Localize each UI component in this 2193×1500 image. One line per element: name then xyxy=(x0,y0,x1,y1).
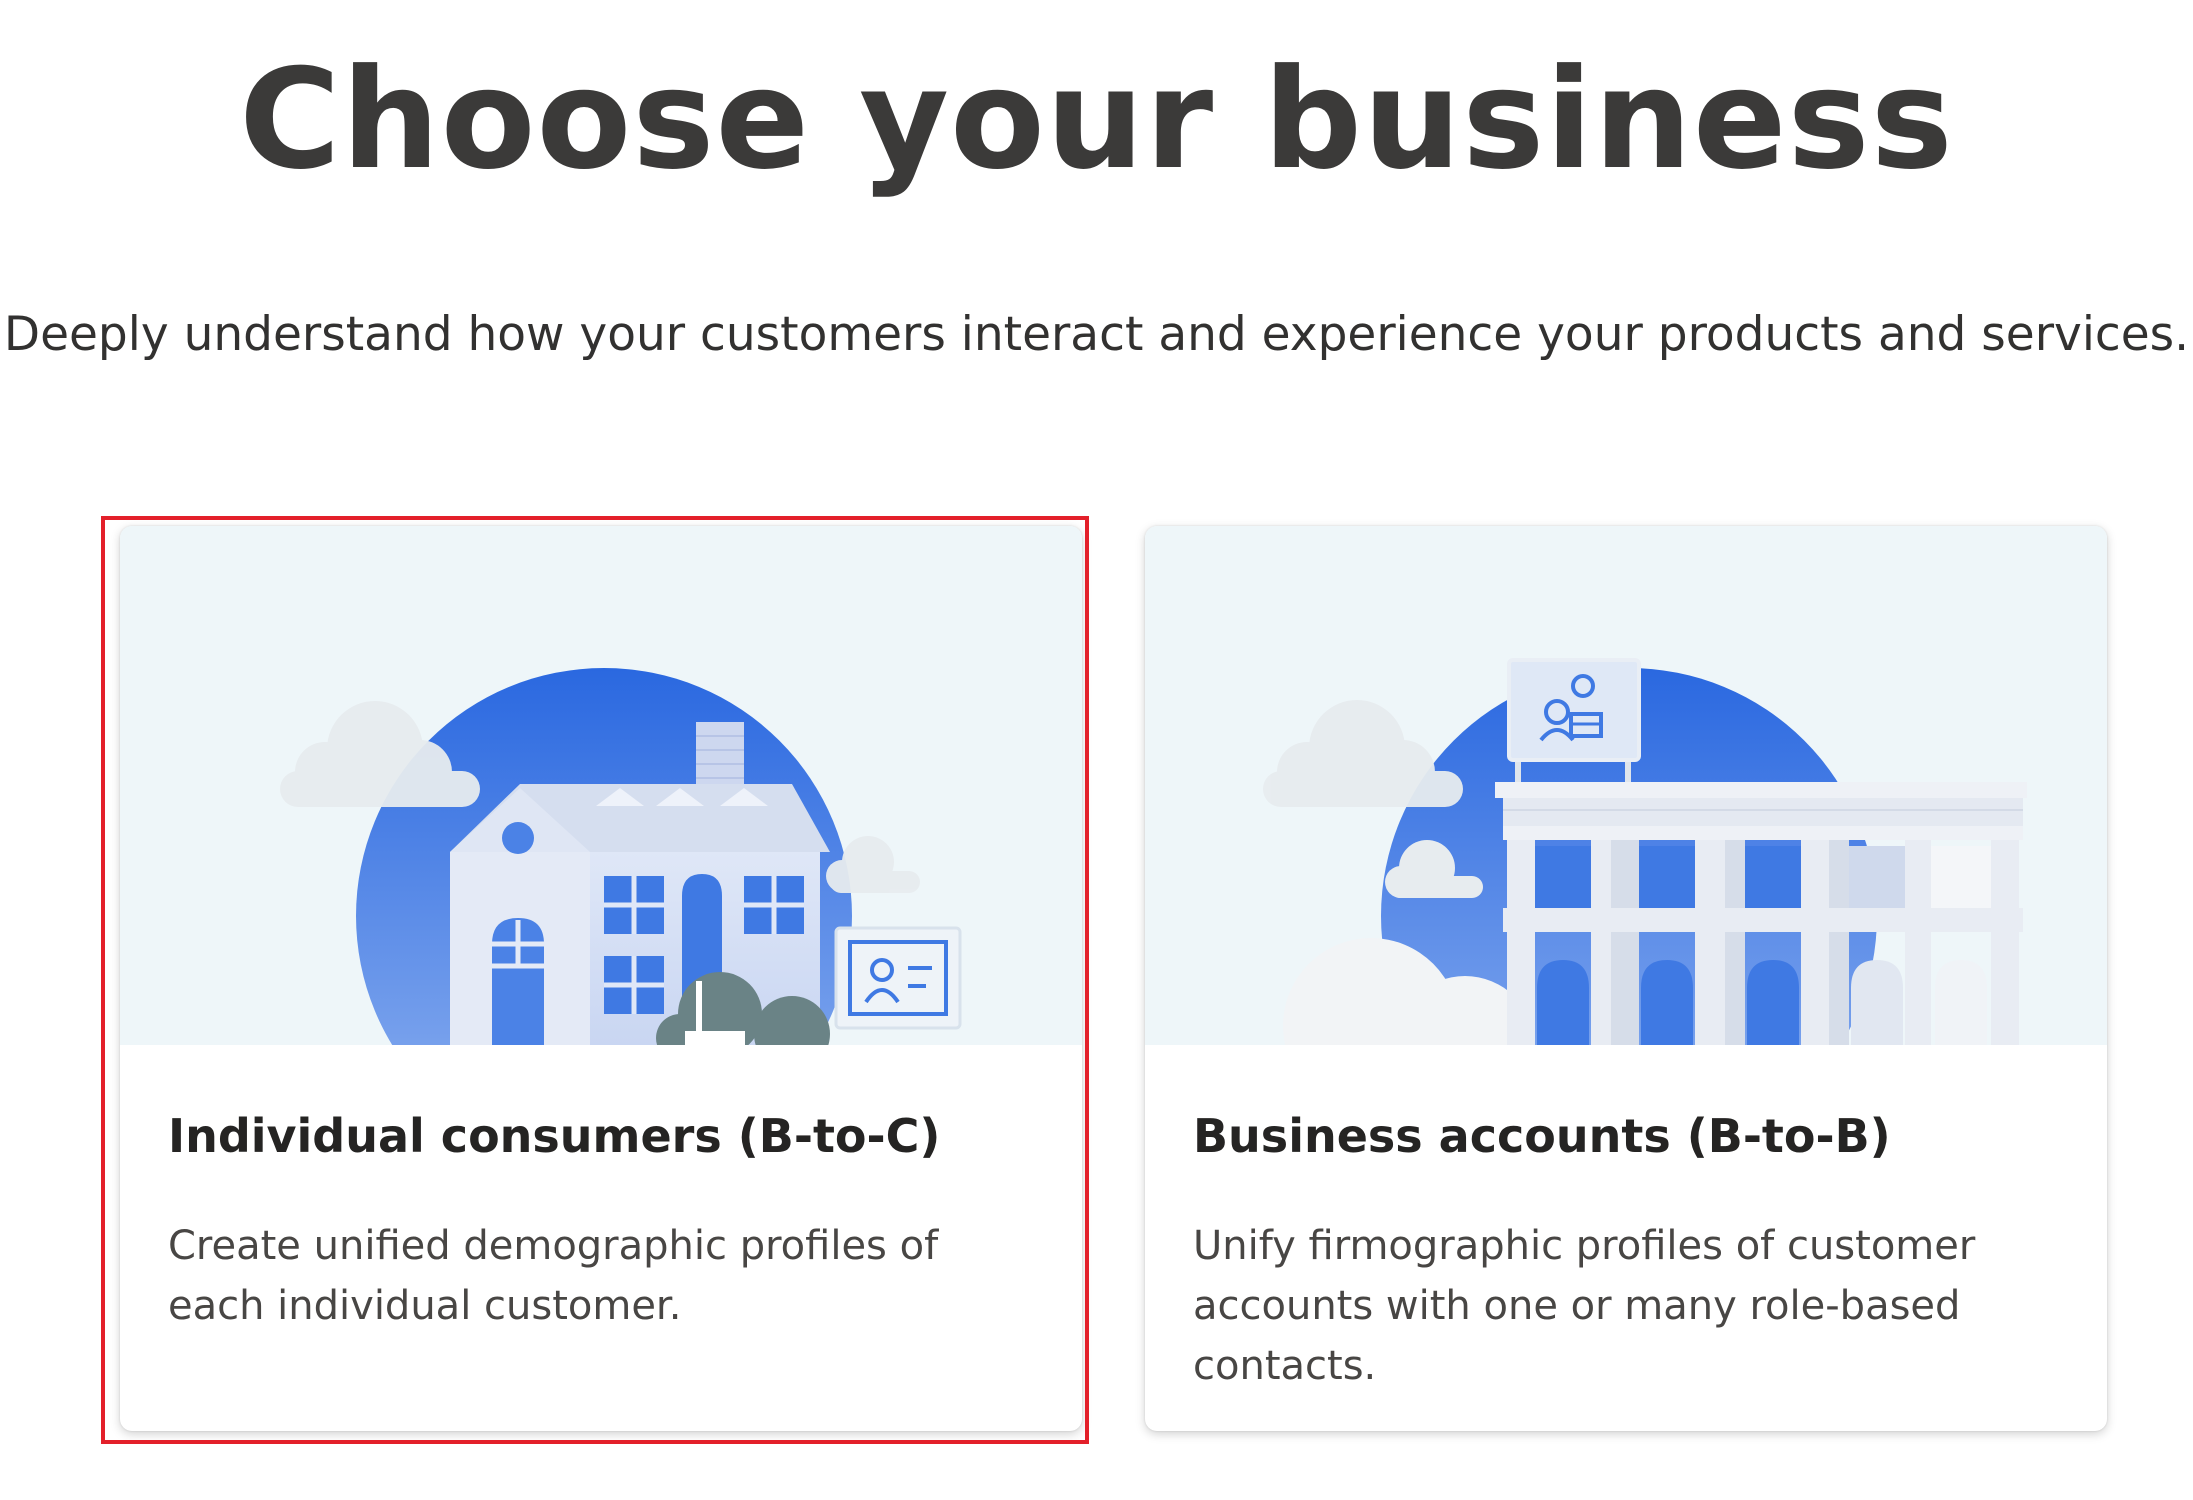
page-subtitle: Deeply understand how your customers int… xyxy=(3,307,2190,362)
card-description: Create unified demographic profiles of e… xyxy=(168,1223,939,1329)
card-business-accounts[interactable]: Business accounts (B-to-B) Unify firmogr… xyxy=(1145,526,2107,1431)
card-title: Business accounts (B-to-B) xyxy=(1193,1109,1891,1163)
card-description: Unify firmographic profiles of customer … xyxy=(1193,1223,1976,1389)
page-title: Choose your business xyxy=(239,39,1954,200)
office-building-illustration xyxy=(1145,526,2107,1045)
house-illustration xyxy=(120,526,1082,1045)
card-title: Individual consumers (B-to-C) xyxy=(168,1109,941,1163)
card-individual-consumers[interactable]: Individual consumers (B-to-C) Create uni… xyxy=(120,526,1082,1431)
